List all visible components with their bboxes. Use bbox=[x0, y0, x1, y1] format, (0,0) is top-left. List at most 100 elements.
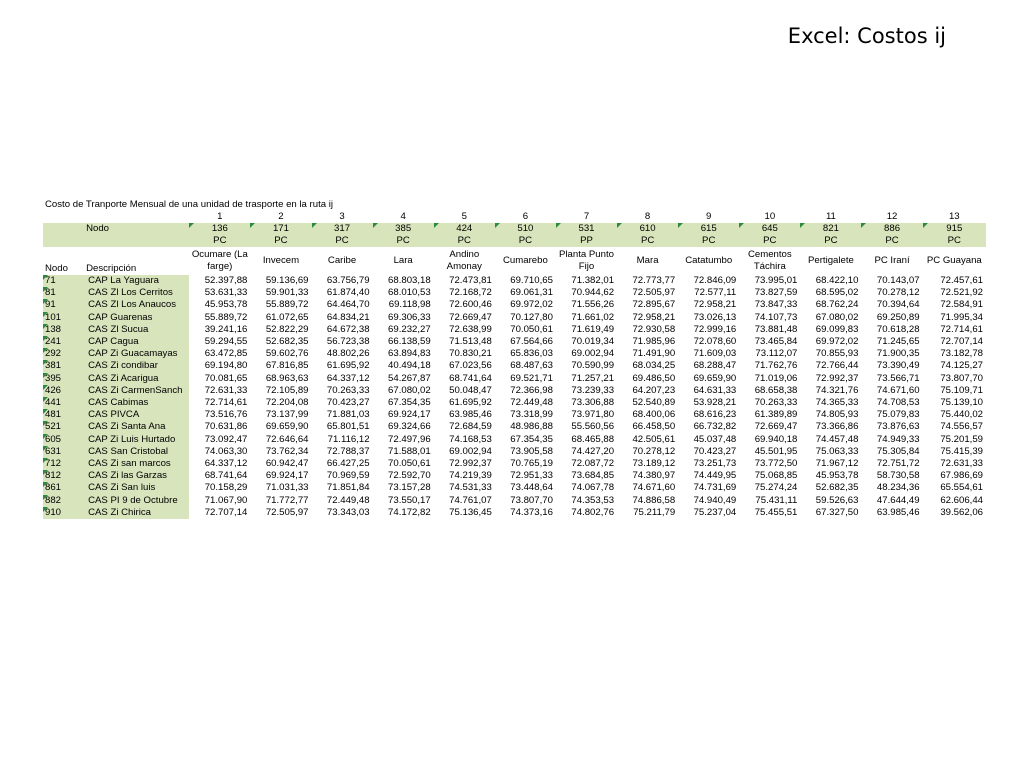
cost-cell[interactable]: 74.107,73 bbox=[739, 312, 800, 324]
cost-cell[interactable]: 74.940,49 bbox=[678, 495, 739, 507]
blank-cell[interactable] bbox=[43, 211, 86, 223]
cost-cell[interactable]: 72.584,91 bbox=[923, 299, 986, 311]
cost-cell[interactable]: 73.026,13 bbox=[678, 312, 739, 324]
cost-cell[interactable]: 72.669,47 bbox=[434, 312, 495, 324]
nodo-type[interactable]: PC bbox=[494, 235, 556, 247]
table-caption[interactable]: Costo de Tranporte Mensual de una unidad… bbox=[43, 199, 986, 211]
cost-cell[interactable]: 73.847,33 bbox=[739, 299, 800, 311]
nodo-code[interactable]: 385 bbox=[372, 223, 434, 235]
nodo-type[interactable]: PC bbox=[311, 235, 373, 247]
cost-cell[interactable]: 74.168,53 bbox=[434, 434, 495, 446]
row-description[interactable]: CAS PI 9 de Octubre bbox=[86, 494, 190, 507]
cost-cell[interactable]: 75.415,39 bbox=[923, 446, 986, 458]
nodo-code[interactable]: 610 bbox=[617, 223, 679, 235]
nodo-code[interactable]: 531 bbox=[555, 223, 618, 235]
destination-name[interactable]: Cumarebo bbox=[495, 247, 556, 275]
cost-cell[interactable]: 71.881,03 bbox=[312, 409, 373, 421]
cost-cell[interactable]: 48.234,36 bbox=[861, 482, 922, 494]
cost-cell[interactable]: 71.116,12 bbox=[312, 434, 373, 446]
cost-cell[interactable]: 73.189,12 bbox=[617, 458, 678, 470]
cost-cell[interactable]: 73.772,50 bbox=[739, 458, 800, 470]
cost-cell[interactable]: 72.105,89 bbox=[250, 385, 311, 397]
cost-cell[interactable]: 69.232,27 bbox=[373, 324, 434, 336]
cost-cell[interactable]: 71.031,33 bbox=[250, 482, 311, 494]
cost-cell[interactable]: 59.526,63 bbox=[800, 495, 861, 507]
cost-cell[interactable]: 74.365,33 bbox=[800, 397, 861, 409]
cost-cell[interactable]: 69.118,98 bbox=[373, 299, 434, 311]
cost-cell[interactable]: 74.125,27 bbox=[923, 360, 986, 372]
row-description[interactable]: CAS Cabimas bbox=[86, 397, 190, 410]
cost-cell[interactable]: 52.397,88 bbox=[189, 275, 250, 287]
cost-cell[interactable]: 74.805,93 bbox=[800, 409, 861, 421]
cost-cell[interactable]: 42.505,61 bbox=[617, 434, 678, 446]
row-nodo[interactable]: 381 bbox=[43, 360, 87, 373]
cost-cell[interactable]: 68.487,63 bbox=[495, 360, 556, 372]
cost-cell[interactable]: 72.631,33 bbox=[923, 458, 986, 470]
cost-cell[interactable]: 73.366,86 bbox=[800, 421, 861, 433]
cost-cell[interactable]: 72.646,64 bbox=[250, 434, 311, 446]
row-description[interactable]: CAP Guarenas bbox=[86, 311, 190, 324]
cost-cell[interactable]: 75.201,59 bbox=[923, 434, 986, 446]
cost-cell[interactable]: 70.618,28 bbox=[861, 324, 922, 336]
cost-cell[interactable]: 71.491,90 bbox=[617, 348, 678, 360]
cost-cell[interactable]: 70.278,12 bbox=[617, 446, 678, 458]
cost-cell[interactable]: 72.669,47 bbox=[739, 421, 800, 433]
row-header-description[interactable]: Descripción bbox=[86, 247, 189, 275]
cost-cell[interactable]: 73.807,70 bbox=[923, 373, 986, 385]
cost-cell[interactable]: 69.521,71 bbox=[495, 373, 556, 385]
row-description[interactable]: CAP Zi Guacamayas bbox=[86, 348, 190, 361]
row-description[interactable]: CAS Zl Los Anaucos bbox=[86, 299, 190, 312]
blank-cell[interactable] bbox=[43, 235, 87, 247]
cost-cell[interactable]: 48.986,88 bbox=[495, 421, 556, 433]
cost-cell[interactable]: 71.851,84 bbox=[312, 482, 373, 494]
row-nodo[interactable]: 481 bbox=[43, 409, 87, 422]
cost-cell[interactable]: 69.940,18 bbox=[739, 434, 800, 446]
cost-cell[interactable]: 75.136,45 bbox=[434, 507, 495, 519]
cost-cell[interactable]: 72.497,96 bbox=[373, 434, 434, 446]
row-description[interactable]: CAS Zi condibar bbox=[86, 360, 190, 373]
cost-cell[interactable]: 72.846,09 bbox=[678, 275, 739, 287]
cost-cell[interactable]: 70.830,21 bbox=[434, 348, 495, 360]
cost-cell[interactable]: 56.723,38 bbox=[312, 336, 373, 348]
cost-cell[interactable]: 72.521,92 bbox=[923, 287, 986, 299]
cost-cell[interactable]: 73.112,07 bbox=[739, 348, 800, 360]
cost-cell[interactable]: 72.684,59 bbox=[434, 421, 495, 433]
column-index[interactable]: 13 bbox=[923, 211, 986, 223]
cost-cell[interactable]: 73.550,17 bbox=[373, 495, 434, 507]
cost-cell[interactable]: 45.501,95 bbox=[739, 446, 800, 458]
cost-cell[interactable]: 73.807,70 bbox=[495, 495, 556, 507]
nodo-type[interactable]: PC bbox=[678, 235, 740, 247]
cost-cell[interactable]: 74.449,95 bbox=[678, 470, 739, 482]
cost-cell[interactable]: 75.455,51 bbox=[739, 507, 800, 519]
row-description[interactable]: CAS PIVCA bbox=[86, 409, 190, 422]
cost-cell[interactable]: 71.661,02 bbox=[556, 312, 617, 324]
destination-name[interactable]: Andino Amonay bbox=[434, 247, 495, 275]
cost-cell[interactable]: 73.157,28 bbox=[373, 482, 434, 494]
cost-cell[interactable]: 74.671,60 bbox=[617, 482, 678, 494]
cost-cell[interactable]: 69.194,80 bbox=[189, 360, 250, 372]
column-index[interactable]: 1 bbox=[189, 211, 250, 223]
cost-cell[interactable]: 72.999,16 bbox=[678, 324, 739, 336]
cost-cell[interactable]: 45.037,48 bbox=[678, 434, 739, 446]
cost-cell[interactable]: 67.816,85 bbox=[250, 360, 311, 372]
row-nodo[interactable]: 241 bbox=[43, 336, 87, 349]
cost-cell[interactable]: 55.889,72 bbox=[250, 299, 311, 311]
destination-name[interactable]: Ocumare (La farge) bbox=[189, 247, 250, 275]
cost-cell[interactable]: 69.486,50 bbox=[617, 373, 678, 385]
column-index[interactable]: 11 bbox=[800, 211, 861, 223]
cost-cell[interactable]: 63.756,79 bbox=[312, 275, 373, 287]
cost-cell[interactable]: 71.067,90 bbox=[189, 495, 250, 507]
cost-cell[interactable]: 70.050,61 bbox=[373, 458, 434, 470]
cost-cell[interactable]: 68.803,18 bbox=[373, 275, 434, 287]
cost-cell[interactable]: 55.889,72 bbox=[189, 312, 250, 324]
cost-cell[interactable]: 73.827,59 bbox=[739, 287, 800, 299]
cost-cell[interactable]: 69.061,31 bbox=[495, 287, 556, 299]
cost-cell[interactable]: 72.473,81 bbox=[434, 275, 495, 287]
cost-cell[interactable]: 60.942,47 bbox=[250, 458, 311, 470]
cost-cell[interactable]: 70.081,65 bbox=[189, 373, 250, 385]
cost-cell[interactable]: 73.905,58 bbox=[495, 446, 556, 458]
cost-cell[interactable]: 59.294,55 bbox=[189, 336, 250, 348]
nodo-type[interactable]: PC bbox=[800, 235, 862, 247]
cost-cell[interactable]: 74.067,78 bbox=[556, 482, 617, 494]
cost-cell[interactable]: 73.343,03 bbox=[312, 507, 373, 519]
